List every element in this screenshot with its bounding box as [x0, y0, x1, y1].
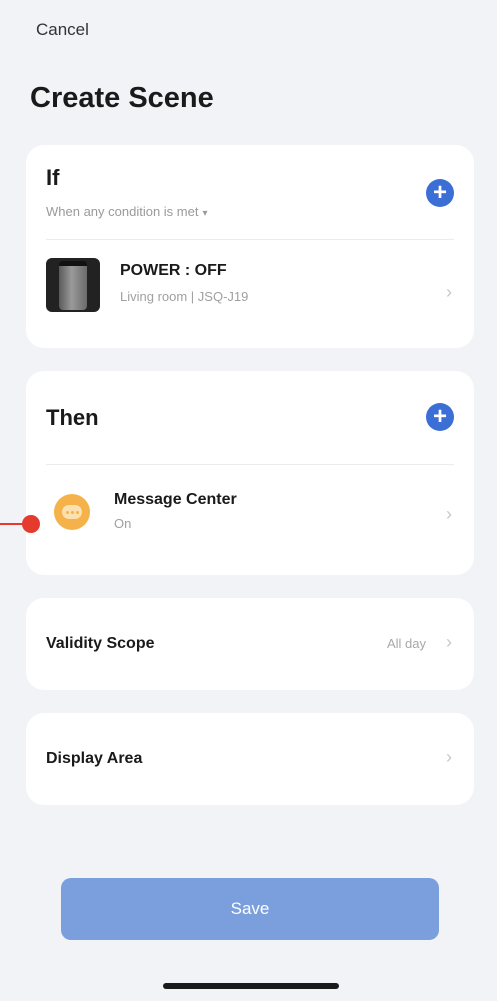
if-card: If When any condition is met ▾ + POWER : …	[26, 145, 474, 348]
caret-down-icon: ▾	[202, 208, 208, 219]
then-card: Then + Message Center On ›	[26, 371, 474, 575]
action-title: Message Center	[114, 491, 237, 508]
annotation-marker	[22, 515, 40, 533]
divider	[46, 239, 454, 240]
condition-subtitle: Living room | JSQ-J19	[120, 289, 249, 304]
chevron-right-icon: ›	[446, 282, 452, 302]
action-row[interactable]: Message Center On ›	[26, 471, 474, 561]
message-bubble-icon	[54, 494, 90, 530]
display-area-label: Display Area	[46, 750, 143, 767]
annotation-line	[0, 523, 24, 525]
if-heading: If	[46, 165, 60, 190]
cancel-button[interactable]: Cancel	[36, 20, 89, 40]
plus-circle-icon: +	[432, 179, 447, 206]
condition-title: POWER : OFF	[120, 262, 227, 279]
chevron-right-icon: ›	[446, 747, 452, 767]
display-area-row[interactable]: Display Area ›	[26, 713, 474, 805]
condition-mode-label: When any condition is met	[46, 204, 199, 219]
chevron-right-icon: ›	[446, 632, 452, 652]
validity-scope-row[interactable]: Validity Scope All day ›	[26, 598, 474, 690]
home-indicator	[163, 983, 339, 989]
validity-scope-label: Validity Scope	[46, 635, 155, 652]
validity-scope-value: All day	[386, 636, 426, 651]
then-heading: Then	[46, 405, 99, 430]
device-thumbnail	[46, 258, 100, 312]
action-subtitle: On	[114, 516, 132, 531]
add-action-button[interactable]: +	[426, 403, 454, 431]
chevron-right-icon: ›	[446, 504, 452, 524]
condition-row[interactable]: POWER : OFF Living room | JSQ-J19 ›	[26, 250, 474, 336]
plus-circle-icon: +	[432, 403, 447, 430]
save-button[interactable]: Save	[61, 878, 439, 940]
page-title: Create Scene	[30, 82, 214, 114]
add-condition-button[interactable]: +	[426, 179, 454, 207]
condition-mode-dropdown[interactable]: When any condition is met ▾	[46, 204, 208, 219]
divider	[46, 464, 454, 465]
